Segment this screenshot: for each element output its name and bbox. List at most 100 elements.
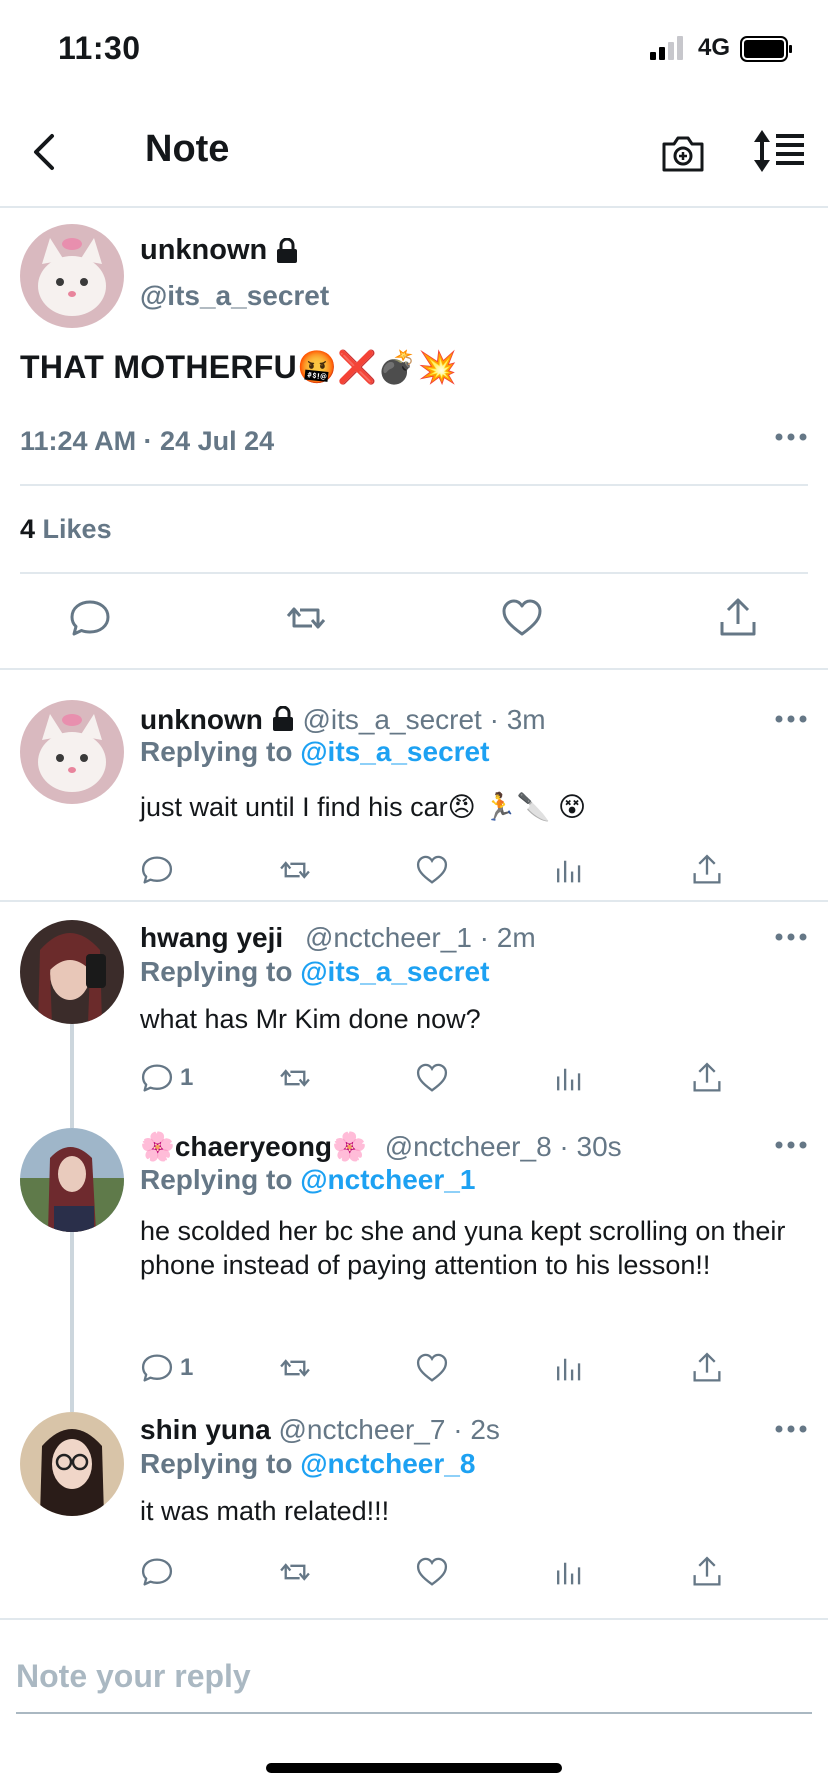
more-options-icon[interactable]	[774, 1138, 808, 1152]
replying-to: Replying to @its_a_secret	[140, 736, 489, 768]
replying-to: Replying to @its_a_secret	[140, 956, 489, 988]
like-icon	[416, 1557, 448, 1586]
reply-header: unknown @its_a_secret · 3m	[140, 704, 546, 736]
replying-label: Replying to	[140, 1448, 293, 1479]
like-action[interactable]	[415, 1350, 449, 1386]
cat-avatar-icon	[20, 224, 124, 328]
likes-count: 4	[20, 514, 36, 544]
reply-meta: @its_a_secret · 3m	[302, 704, 546, 735]
reply-text: just wait until I find his car😠 🏃🔪 😵	[140, 792, 587, 822]
like-icon[interactable]	[500, 596, 544, 640]
author-name[interactable]: unknown	[140, 234, 299, 267]
replying-mention-link[interactable]: @nctcheer_1	[300, 1164, 475, 1195]
reply-action[interactable]	[140, 852, 180, 888]
status-bar: 11:30 4G	[0, 0, 828, 100]
signal-icon	[650, 36, 683, 60]
avatar[interactable]	[20, 1412, 124, 1516]
reply-composer	[0, 1618, 828, 1718]
composer-underline	[16, 1712, 812, 1714]
share-icon[interactable]	[716, 596, 760, 640]
share-action[interactable]	[690, 1554, 724, 1590]
profile-photo-icon	[20, 1412, 124, 1516]
lock-icon	[272, 705, 293, 731]
analytics-icon	[557, 860, 581, 883]
avatar[interactable]	[20, 920, 124, 1024]
analytics-action[interactable]	[552, 1554, 586, 1590]
reply-icon	[141, 1558, 173, 1586]
network-type: 4G	[698, 34, 731, 61]
repost-icon	[280, 1069, 310, 1087]
reply-author-name[interactable]: shin yuna	[140, 1414, 271, 1445]
reply-author-name[interactable]: hwang yeji	[140, 922, 283, 953]
like-icon	[416, 1063, 448, 1092]
reply-count: 1	[180, 1064, 194, 1091]
reply-header: hwang yeji @nctcheer_1 · 2m	[140, 922, 536, 954]
author-handle[interactable]: @its_a_secret	[140, 280, 329, 312]
repost-action[interactable]	[278, 1060, 312, 1096]
profile-photo-icon	[20, 1128, 124, 1232]
reply-meta: @nctcheer_1 · 2m	[304, 922, 536, 953]
divider	[20, 484, 808, 486]
note-timestamp: 11:24 AM · 24 Jul 24	[20, 426, 275, 456]
avatar[interactable]	[20, 700, 124, 804]
replying-mention-link[interactable]: @its_a_secret	[300, 736, 489, 767]
repost-icon	[280, 1359, 310, 1377]
note-text: THAT MOTHERFU🤬❌💣💥	[20, 349, 458, 385]
back-icon[interactable]	[22, 128, 70, 176]
reply-action[interactable]: 1	[140, 1060, 193, 1096]
like-action[interactable]	[415, 852, 449, 888]
camera-icon[interactable]	[660, 130, 706, 176]
reply-header: 🌸chaeryeong🌸 @nctcheer_8 · 30s	[140, 1130, 622, 1163]
divider	[20, 572, 808, 574]
repost-action[interactable]	[278, 1554, 312, 1590]
avatar[interactable]	[20, 1128, 124, 1232]
repost-action[interactable]	[278, 1350, 312, 1386]
share-icon	[693, 1352, 721, 1382]
analytics-icon	[557, 1358, 581, 1381]
avatar[interactable]	[20, 224, 124, 328]
reply-icon	[141, 1354, 173, 1382]
sort-icon[interactable]	[752, 128, 806, 174]
reply-icon[interactable]	[68, 596, 112, 640]
more-options-icon[interactable]	[774, 712, 808, 726]
repost-action[interactable]	[278, 852, 312, 888]
reply-input[interactable]	[16, 1648, 812, 1704]
like-icon	[416, 1353, 448, 1382]
reply-action[interactable]	[140, 1554, 180, 1590]
more-options-icon[interactable]	[774, 1422, 808, 1436]
likes-link[interactable]: 4 Likes	[20, 514, 112, 545]
more-options-icon[interactable]	[774, 430, 808, 444]
cat-avatar-icon	[20, 700, 124, 804]
like-action[interactable]	[415, 1554, 449, 1590]
replying-mention-link[interactable]: @nctcheer_8	[300, 1448, 475, 1479]
analytics-action[interactable]	[552, 1350, 586, 1386]
share-action[interactable]	[690, 1060, 724, 1096]
replying-to: Replying to @nctcheer_1	[140, 1164, 475, 1196]
reply-item[interactable]: shin yuna @nctcheer_7 · 2s Replying to @…	[0, 1404, 828, 1614]
reply-author-name[interactable]: 🌸chaeryeong🌸	[140, 1131, 367, 1162]
profile-photo-icon	[20, 920, 124, 1024]
reply-icon	[141, 856, 173, 884]
analytics-action[interactable]	[552, 1060, 586, 1096]
more-options-icon[interactable]	[774, 930, 808, 944]
nav-bar: Note	[0, 100, 828, 208]
home-indicator[interactable]	[266, 1763, 562, 1773]
analytics-icon	[557, 1068, 581, 1091]
reply-action[interactable]: 1	[140, 1350, 193, 1386]
repost-icon[interactable]	[284, 596, 328, 640]
reply-header: shin yuna @nctcheer_7 · 2s	[140, 1414, 500, 1446]
reply-author-name[interactable]: unknown	[140, 704, 263, 735]
share-action[interactable]	[690, 852, 724, 888]
reply-text: it was math related!!!	[140, 1496, 390, 1526]
analytics-action[interactable]	[552, 852, 586, 888]
share-action[interactable]	[690, 1350, 724, 1386]
share-icon	[693, 854, 721, 884]
reply-item[interactable]: unknown @its_a_secret · 3m Replying to @…	[0, 672, 828, 900]
reply-item[interactable]: hwang yeji @nctcheer_1 · 2m Replying to …	[0, 902, 828, 1122]
like-action[interactable]	[415, 1060, 449, 1096]
reply-meta: @nctcheer_7 · 2s	[278, 1414, 500, 1445]
replying-label: Replying to	[140, 736, 293, 767]
reply-item[interactable]: 🌸chaeryeong🌸 @nctcheer_8 · 30s Replying …	[0, 1120, 828, 1410]
replying-mention-link[interactable]: @its_a_secret	[300, 956, 489, 987]
analytics-icon	[557, 1562, 581, 1585]
